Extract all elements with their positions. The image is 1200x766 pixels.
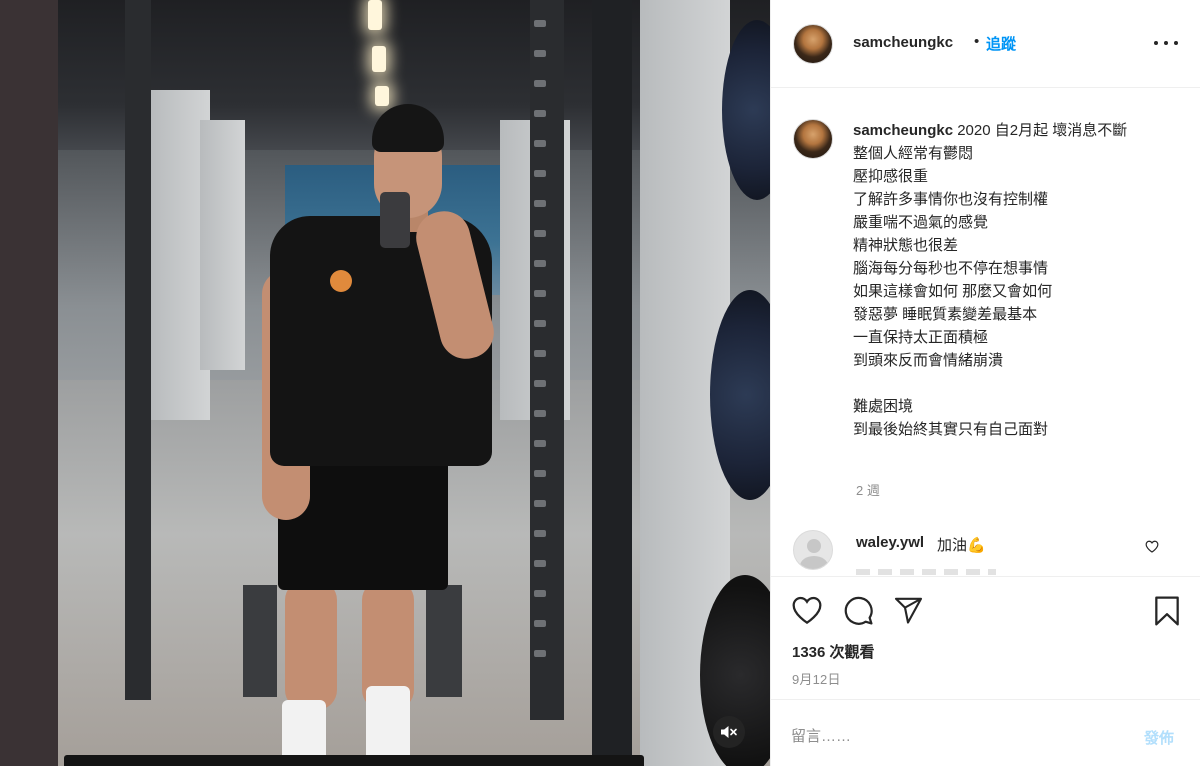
comment-icon — [844, 596, 873, 625]
shirt-logo — [330, 270, 352, 292]
follow-button[interactable]: 追蹤 — [986, 33, 1016, 54]
like-button[interactable] — [791, 595, 823, 630]
speaker-muted-icon — [721, 726, 737, 738]
send-icon — [894, 597, 923, 624]
more-options-button[interactable] — [1154, 33, 1178, 53]
caption-line: 難處困境 — [853, 398, 914, 415]
add-comment-input[interactable] — [791, 714, 1131, 758]
author-username[interactable]: samcheungkc — [853, 34, 953, 51]
caption-line: 腦海每分每秒也不停在想事情 — [853, 260, 1049, 277]
comment-like-button[interactable] — [1145, 540, 1159, 558]
person-taking-selfie — [250, 100, 510, 766]
squat-rack-upright — [530, 0, 564, 720]
view-count: 1336 次觀看 — [792, 644, 875, 661]
squat-rack-upright — [592, 0, 632, 766]
post-caption: samcheungkc 2020 自2月起 壞消息不斷 整個人經常有鬱悶 壓抑感… — [853, 119, 1173, 441]
squat-rack — [0, 0, 58, 766]
comment-button[interactable] — [843, 595, 874, 631]
next-comment-partial — [856, 569, 996, 575]
caption-line: 嚴重喘不過氣的感覺 — [853, 214, 989, 231]
caption-line: 整個人經常有鬱悶 — [853, 145, 974, 162]
commenter-avatar[interactable] — [793, 530, 833, 570]
mute-button[interactable] — [713, 716, 745, 748]
caption-timestamp[interactable]: 2 週 — [856, 480, 880, 499]
header-separator: • — [974, 33, 980, 50]
post-comment-button[interactable]: 發佈 — [1144, 727, 1174, 748]
caption-author-avatar[interactable] — [793, 119, 833, 159]
add-comment-bar: 發佈 — [771, 699, 1200, 766]
post-video[interactable] — [0, 0, 770, 766]
share-button[interactable] — [893, 595, 924, 630]
comments-section[interactable]: samcheungkc 2020 自2月起 壞消息不斷 整個人經常有鬱悶 壓抑感… — [771, 89, 1200, 576]
more-horizontal-icon — [1154, 41, 1158, 45]
bookmark-icon — [1155, 596, 1179, 626]
save-button[interactable] — [1153, 595, 1181, 632]
caption-line: 如果這樣會如何 那麼又會如何 — [853, 283, 1053, 300]
heart-icon — [792, 596, 822, 625]
caption-line-1: samcheungkc 2020 自2月起 壞消息不斷 — [853, 122, 1128, 139]
video-progress-bar[interactable] — [64, 755, 644, 766]
phone — [380, 192, 410, 248]
squat-rack-upright — [125, 0, 151, 700]
post-date[interactable]: 9月12日 — [792, 669, 841, 688]
author-avatar[interactable] — [793, 24, 833, 64]
ceiling-light — [372, 46, 386, 72]
caption-line: 一直保持太正面積極 — [853, 329, 989, 346]
ceiling-light — [368, 0, 382, 30]
caption-line: 到頭來反而會情緒崩潰 — [853, 352, 1004, 369]
caption-line: 到最後始終其實只有自己面對 — [853, 421, 1049, 438]
commenter-username[interactable]: waley.ywl — [856, 534, 924, 551]
post-actions: 1336 次觀看 9月12日 發佈 — [771, 576, 1200, 766]
caption-line: 發惡夢 睡眠質素變差最基本 — [853, 306, 1038, 323]
caption-username[interactable]: samcheungkc — [853, 122, 953, 139]
post-header: samcheungkc • 追蹤 — [771, 0, 1200, 88]
gym-pillar — [200, 120, 245, 370]
caption-line: 壓抑感很重 — [853, 168, 929, 185]
heart-icon — [1145, 540, 1159, 553]
post-sidebar: samcheungkc • 追蹤 samcheungkc 2020 自2月起 壞… — [770, 0, 1200, 766]
caption-line: 了解許多事情你也沒有控制權 — [853, 191, 1049, 208]
comment-text: 加油💪 — [937, 537, 986, 554]
caption-line: 精神狀態也很差 — [853, 237, 959, 254]
